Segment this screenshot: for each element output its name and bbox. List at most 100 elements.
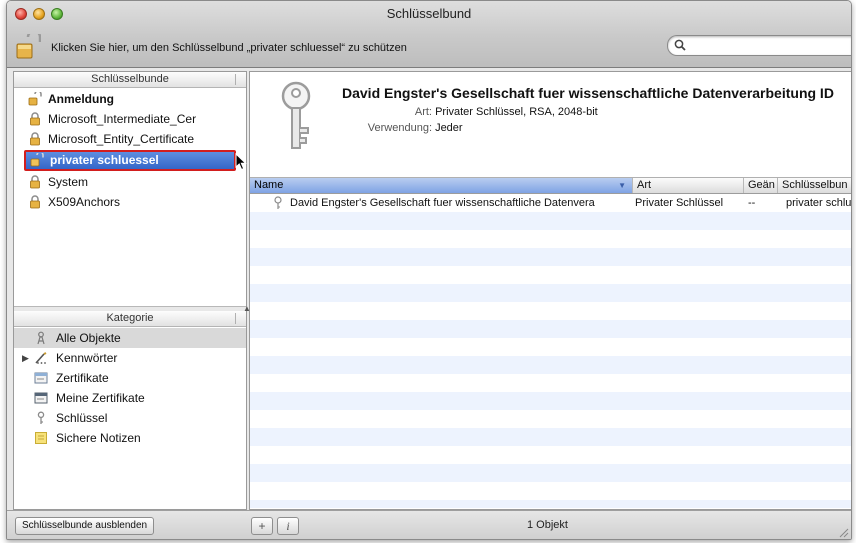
column-header-kind[interactable]: Art [633,178,744,193]
bottom-bar: Schlüsselbunde ausblenden + i 1 Objekt [7,510,851,539]
key-icon [37,411,45,424]
my-certificate-icon [34,392,48,404]
keychains-header-label: Schlüsselbunde [91,73,169,85]
table-row-empty [250,428,851,446]
content-pane: David Engster's Gesellschaft fuer wissen… [249,71,852,510]
usage-label: Verwendung: [367,122,432,134]
keychain-label: System [48,175,89,189]
open-lock-icon [30,153,44,167]
open-lock-icon [28,92,42,106]
sidebar: Schlüsselbunde Anmeldung Microsoft_Inter… [13,71,247,510]
category-label: Schlüssel [56,411,108,425]
category-item-keys[interactable]: Schlüssel [14,408,246,428]
keychain-item-microsoft-intermediate[interactable]: Microsoft_Intermediate_Cer [14,109,246,129]
keychain-label: Microsoft_Entity_Certificate [48,132,195,146]
plus-icon: + [258,519,266,533]
mouse-cursor-icon [235,153,247,171]
item-count: 1 Objekt [527,519,568,531]
all-items-icon [37,331,45,345]
item-kind-row: Art: Privater Schlüssel, RSA, 2048-bit [348,106,598,118]
category-label: Sichere Notizen [56,431,141,445]
keychain-window: Schlüsselbund Klicken Sie hier, um den S… [6,0,852,540]
table-body: David Engster's Gesellschaft fuer wissen… [250,194,852,508]
cell-kind: Privater Schlüssel [635,197,724,209]
table-row-empty [250,374,851,392]
sort-descending-icon: ▼ [618,181,626,190]
category-item-certificates[interactable]: Zertifikate [14,368,246,388]
column-header-name[interactable]: Name ▼ [250,178,633,193]
category-label: Alle Objekte [56,331,121,345]
table-row-empty [250,212,851,230]
keychain-item-microsoft-entity[interactable]: Microsoft_Entity_Certificate [14,129,246,149]
table-row-empty [250,446,851,464]
kind-label: Art: [414,106,432,118]
info-button[interactable]: i [277,517,299,535]
lock-icon [30,132,40,146]
add-item-button[interactable]: + [251,517,273,535]
keychain-list: Anmeldung Microsoft_Intermediate_Cer Mic… [14,89,246,212]
table-row-empty [250,356,851,374]
category-label: Kennwörter [56,351,118,365]
kind-value: Privater Schlüssel, RSA, 2048-bit [435,106,598,118]
table-header: Name ▼ Art Geän Schlüsselbun [250,178,851,194]
items-table: Name ▼ Art Geän Schlüsselbun David Engst… [250,178,852,508]
note-icon [35,432,47,444]
table-row-empty [250,320,851,338]
usage-value: Jeder [435,122,463,134]
table-row-empty [250,392,851,410]
table-row-empty [250,284,851,302]
category-label: Zertifikate [56,371,109,385]
hide-keychains-button[interactable]: Schlüsselbunde ausblenden [15,517,155,535]
lock-message[interactable]: Klicken Sie hier, um den Schlüsselbund „… [51,42,407,54]
column-header-modified[interactable]: Geän [744,178,778,193]
detail-header: David Engster's Gesellschaft fuer wissen… [250,72,851,178]
table-row-empty [250,266,851,284]
category-header[interactable]: Kategorie [14,311,246,327]
resize-grip-icon[interactable] [837,526,849,538]
column-header-label: Name [254,179,284,191]
cell-keychain: privater schlu [786,197,852,209]
lock-keychain-button[interactable] [15,29,42,60]
lock-icon [30,175,40,189]
category-label: Meine Zertifikate [56,391,145,405]
keychain-item-privater-schluessel[interactable]: privater schluessel [24,150,236,171]
disclosure-triangle-icon[interactable]: ▶ [22,348,29,368]
category-item-passwords[interactable]: ▶ Kennwörter [14,348,246,368]
table-row-empty [250,482,851,500]
passwords-icon [35,352,47,364]
category-item-secure-notes[interactable]: Sichere Notizen [14,428,246,448]
category-item-my-certificates[interactable]: Meine Zertifikate [14,388,246,408]
category-item-all[interactable]: Alle Objekte [14,328,246,348]
key-icon [274,196,282,209]
certificate-icon [34,372,48,384]
category-header-label: Kategorie [106,312,154,324]
item-usage-row: Verwendung: Jeder [348,122,463,134]
table-row-empty [250,302,851,320]
column-header-label: Geän [748,179,775,191]
keychain-label: Microsoft_Intermediate_Cer [48,112,197,126]
item-name-title: David Engster's Gesellschaft fuer wissen… [342,85,834,101]
table-row-empty [250,248,851,266]
open-lock-icon [16,29,42,59]
keychain-label: X509Anchors [48,195,121,209]
search-icon [674,39,686,51]
table-row-empty [250,230,851,248]
window-title: Schlüsselbund [386,6,472,21]
table-row[interactable]: David Engster's Gesellschaft fuer wissen… [250,194,852,212]
info-icon: i [286,519,290,533]
keychain-item-system[interactable]: System [14,172,246,192]
keychain-item-x509anchors[interactable]: X509Anchors [14,192,246,212]
keychain-item-anmeldung[interactable]: Anmeldung [14,89,246,109]
cell-name: David Engster's Gesellschaft fuer wissen… [290,197,595,209]
keychains-header[interactable]: Schlüsselbunde [14,72,246,88]
table-row-empty [250,464,851,482]
search-field[interactable] [667,35,851,56]
search-input[interactable] [690,37,844,55]
cell-modified: -- [748,197,756,209]
column-header-keychain[interactable]: Schlüsselbun [778,178,851,193]
keychain-label: Anmeldung [48,92,114,106]
toolbar: Schlüsselbund Klicken Sie hier, um den S… [7,1,851,68]
lock-icon [30,112,40,126]
table-row-empty [250,410,851,428]
table-row-empty [250,338,851,356]
